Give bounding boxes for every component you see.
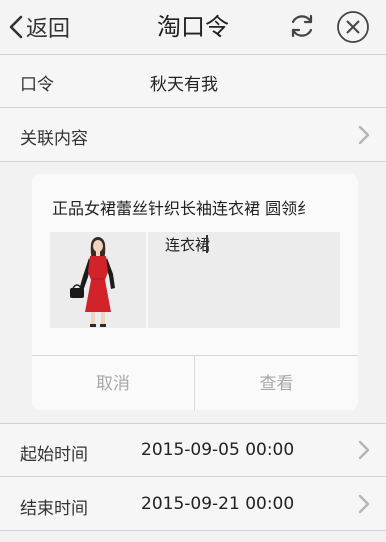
- chevron-right-icon: [358, 494, 370, 514]
- view-button[interactable]: 查看: [195, 357, 358, 409]
- back-button[interactable]: 返回: [8, 10, 70, 44]
- product-image: [50, 232, 146, 328]
- cancel-button[interactable]: 取消: [32, 357, 194, 409]
- product-title: 正品女裙蕾丝针织长袖连衣裙 圆领纟: [52, 199, 314, 218]
- chevron-right-icon: [358, 440, 370, 460]
- token-label: 口令: [20, 75, 54, 95]
- text-caret: [206, 235, 208, 253]
- end-time-value: 2015-09-21 00:00: [141, 494, 295, 514]
- start-time-value: 2015-09-05 00:00: [141, 440, 295, 460]
- dress-model-image: [50, 232, 146, 328]
- divider: [0, 530, 386, 531]
- chevron-left-icon: [9, 15, 23, 39]
- close-circle-icon[interactable]: [336, 10, 370, 44]
- chevron-right-icon: [358, 125, 370, 145]
- start-time-label: 起始时间: [20, 445, 88, 465]
- card-divider: [32, 355, 358, 356]
- back-label: 返回: [26, 17, 71, 42]
- divider: [0, 161, 386, 162]
- end-time-label: 结束时间: [20, 499, 88, 519]
- related-content-label: 关联内容: [20, 129, 88, 149]
- token-value[interactable]: 秋天有我: [150, 70, 218, 95]
- refresh-icon[interactable]: [286, 10, 318, 42]
- keyword-text: 连衣裙: [165, 236, 211, 254]
